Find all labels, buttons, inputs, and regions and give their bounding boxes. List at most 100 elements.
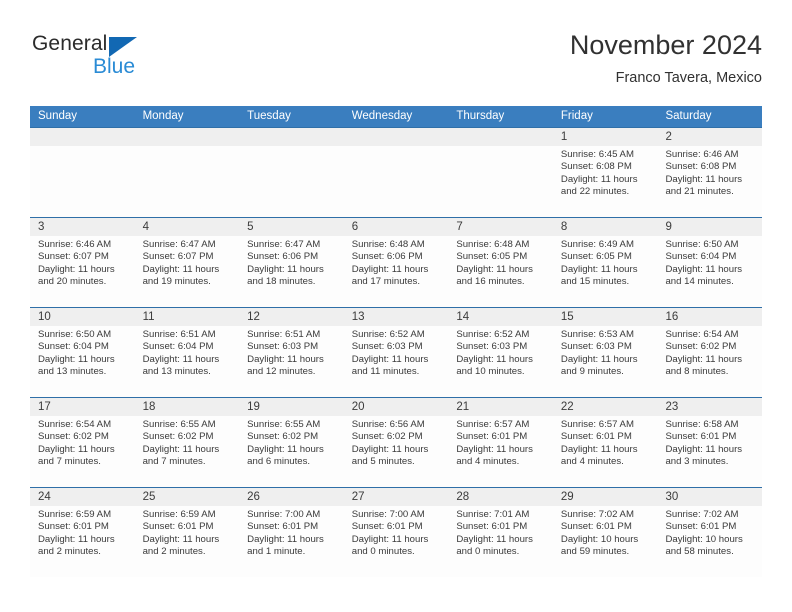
sunrise-text: Sunrise: 6:57 AM — [456, 419, 530, 430]
sunset-text: Sunset: 6:01 PM — [560, 521, 632, 533]
weekday-header-tuesday: Tuesday — [247, 110, 291, 122]
day-info: Sunrise: 6:54 AM Sunset: 6:02 PM Dayligh… — [30, 416, 135, 469]
day-cell[interactable]: 3 Sunrise: 6:46 AM Sunset: 6:07 PM Dayli… — [30, 218, 135, 307]
day-number: 17 — [30, 398, 135, 416]
day-number: 13 — [343, 308, 449, 326]
sunrise-text: Sunrise: 6:47 AM — [142, 239, 216, 250]
sunset-text: Sunset: 6:05 PM — [560, 251, 632, 263]
day-number — [239, 128, 344, 146]
day-cell[interactable]: 27 Sunrise: 7:00 AM Sunset: 6:01 PM Dayl… — [343, 488, 449, 577]
daylight-text: Daylight: 11 hours and 7 minutes. — [142, 443, 220, 468]
sunrise-text: Sunrise: 7:02 AM — [665, 509, 739, 520]
day-number: 24 — [30, 488, 135, 506]
daylight-text: Daylight: 11 hours and 15 minutes. — [560, 263, 638, 288]
daylight-text: Daylight: 11 hours and 17 minutes. — [351, 263, 429, 288]
day-cell[interactable]: 8 Sunrise: 6:49 AM Sunset: 6:05 PM Dayli… — [552, 218, 658, 307]
day-cell[interactable]: 24 Sunrise: 6:59 AM Sunset: 6:01 PM Dayl… — [30, 488, 135, 577]
day-cell[interactable]: 6 Sunrise: 6:48 AM Sunset: 6:06 PM Dayli… — [343, 218, 449, 307]
daylight-text: Daylight: 11 hours and 20 minutes. — [38, 263, 115, 288]
day-info: Sunrise: 6:54 AM Sunset: 6:02 PM Dayligh… — [657, 326, 762, 379]
day-cell[interactable]: 14 Sunrise: 6:52 AM Sunset: 6:03 PM Dayl… — [448, 308, 553, 397]
day-info: Sunrise: 6:47 AM Sunset: 6:07 PM Dayligh… — [135, 236, 240, 289]
day-number: 9 — [657, 218, 763, 236]
day-cell[interactable]: 5 Sunrise: 6:47 AM Sunset: 6:06 PM Dayli… — [239, 218, 344, 307]
day-cell[interactable] — [239, 128, 344, 217]
sunset-text: Sunset: 6:01 PM — [142, 521, 214, 533]
page-title: November 2024 — [569, 30, 762, 60]
sunrise-text: Sunrise: 7:02 AM — [560, 509, 634, 520]
sunset-text: Sunset: 6:01 PM — [560, 431, 632, 443]
general-blue-logo[interactable]: General Blue — [32, 32, 212, 90]
sunrise-text: Sunrise: 7:00 AM — [351, 509, 425, 520]
day-cell[interactable]: 17 Sunrise: 6:54 AM Sunset: 6:02 PM Dayl… — [30, 398, 135, 487]
day-cell[interactable]: 10 Sunrise: 6:50 AM Sunset: 6:04 PM Dayl… — [30, 308, 135, 397]
day-cell[interactable]: 9 Sunrise: 6:50 AM Sunset: 6:04 PM Dayli… — [657, 218, 763, 307]
day-number: 19 — [239, 398, 344, 416]
day-cell[interactable]: 19 Sunrise: 6:55 AM Sunset: 6:02 PM Dayl… — [239, 398, 344, 487]
day-cell[interactable]: 29 Sunrise: 7:02 AM Sunset: 6:01 PM Dayl… — [552, 488, 658, 577]
day-cell[interactable]: 18 Sunrise: 6:55 AM Sunset: 6:02 PM Dayl… — [134, 398, 240, 487]
daylight-text: Daylight: 11 hours and 16 minutes. — [456, 263, 533, 288]
sunrise-text: Sunrise: 6:57 AM — [560, 419, 634, 430]
sunset-text: Sunset: 6:04 PM — [38, 341, 109, 353]
logo-text-general: General — [32, 32, 108, 55]
day-info: Sunrise: 7:00 AM Sunset: 6:01 PM Dayligh… — [239, 506, 344, 559]
daylight-text: Daylight: 11 hours and 5 minutes. — [351, 443, 429, 468]
day-number: 15 — [552, 308, 658, 326]
day-cell[interactable] — [134, 128, 240, 217]
day-cell[interactable]: 13 Sunrise: 6:52 AM Sunset: 6:03 PM Dayl… — [343, 308, 449, 397]
day-info: Sunrise: 6:57 AM Sunset: 6:01 PM Dayligh… — [448, 416, 553, 469]
day-info: Sunrise: 7:02 AM Sunset: 6:01 PM Dayligh… — [657, 506, 762, 559]
day-cell[interactable]: 7 Sunrise: 6:48 AM Sunset: 6:05 PM Dayli… — [448, 218, 553, 307]
day-cell[interactable]: 11 Sunrise: 6:51 AM Sunset: 6:04 PM Dayl… — [134, 308, 240, 397]
sunrise-text: Sunrise: 6:48 AM — [456, 239, 530, 250]
weekday-header-monday: Monday — [142, 110, 184, 122]
week-row: 3 Sunrise: 6:46 AM Sunset: 6:07 PM Dayli… — [30, 217, 763, 307]
day-number: 26 — [239, 488, 344, 506]
sunrise-text: Sunrise: 6:46 AM — [665, 149, 739, 160]
day-cell[interactable]: 1 Sunrise: 6:45 AM Sunset: 6:08 PM Dayli… — [552, 128, 658, 217]
day-info: Sunrise: 6:48 AM Sunset: 6:05 PM Dayligh… — [448, 236, 553, 289]
sunrise-text: Sunrise: 6:56 AM — [351, 419, 425, 430]
day-cell[interactable]: 25 Sunrise: 6:59 AM Sunset: 6:01 PM Dayl… — [134, 488, 240, 577]
sunset-text: Sunset: 6:05 PM — [456, 251, 528, 263]
day-number — [134, 128, 240, 146]
day-cell[interactable] — [448, 128, 553, 217]
sunrise-text: Sunrise: 6:54 AM — [38, 419, 112, 430]
day-cell[interactable]: 21 Sunrise: 6:57 AM Sunset: 6:01 PM Dayl… — [448, 398, 553, 487]
day-cell[interactable]: 15 Sunrise: 6:53 AM Sunset: 6:03 PM Dayl… — [552, 308, 658, 397]
day-number — [343, 128, 449, 146]
day-info: Sunrise: 6:59 AM Sunset: 6:01 PM Dayligh… — [135, 506, 240, 559]
location-subtitle: Franco Tavera, Mexico — [615, 70, 762, 86]
sunrise-text: Sunrise: 6:51 AM — [247, 329, 321, 340]
weekday-header-friday: Friday — [560, 110, 593, 122]
daylight-text: Daylight: 11 hours and 2 minutes. — [142, 533, 220, 558]
sunset-text: Sunset: 6:02 PM — [247, 431, 319, 443]
daylight-text: Daylight: 11 hours and 19 minutes. — [142, 263, 220, 288]
day-cell[interactable]: 16 Sunrise: 6:54 AM Sunset: 6:02 PM Dayl… — [657, 308, 763, 397]
day-cell[interactable]: 30 Sunrise: 7:02 AM Sunset: 6:01 PM Dayl… — [657, 488, 763, 577]
week-row: 24 Sunrise: 6:59 AM Sunset: 6:01 PM Dayl… — [30, 487, 763, 577]
day-cell[interactable] — [343, 128, 449, 217]
sunset-text: Sunset: 6:01 PM — [247, 521, 319, 533]
day-cell[interactable]: 23 Sunrise: 6:58 AM Sunset: 6:01 PM Dayl… — [657, 398, 763, 487]
day-cell[interactable]: 28 Sunrise: 7:01 AM Sunset: 6:01 PM Dayl… — [448, 488, 553, 577]
day-info: Sunrise: 6:52 AM Sunset: 6:03 PM Dayligh… — [448, 326, 553, 379]
day-cell[interactable]: 26 Sunrise: 7:00 AM Sunset: 6:01 PM Dayl… — [239, 488, 344, 577]
daylight-text: Daylight: 11 hours and 21 minutes. — [665, 173, 743, 198]
daylight-text: Daylight: 11 hours and 6 minutes. — [247, 443, 324, 468]
day-cell[interactable] — [30, 128, 135, 217]
daylight-text: Daylight: 11 hours and 2 minutes. — [38, 533, 115, 558]
day-cell[interactable]: 4 Sunrise: 6:47 AM Sunset: 6:07 PM Dayli… — [134, 218, 240, 307]
daylight-text: Daylight: 11 hours and 18 minutes. — [247, 263, 324, 288]
day-info: Sunrise: 6:56 AM Sunset: 6:02 PM Dayligh… — [344, 416, 449, 469]
sunset-text: Sunset: 6:03 PM — [456, 341, 528, 353]
day-cell[interactable]: 12 Sunrise: 6:51 AM Sunset: 6:03 PM Dayl… — [239, 308, 344, 397]
sunrise-text: Sunrise: 6:55 AM — [247, 419, 321, 430]
sunset-text: Sunset: 6:01 PM — [456, 521, 528, 533]
day-cell[interactable]: 20 Sunrise: 6:56 AM Sunset: 6:02 PM Dayl… — [343, 398, 449, 487]
sunset-text: Sunset: 6:01 PM — [665, 431, 737, 443]
daylight-text: Daylight: 11 hours and 3 minutes. — [665, 443, 743, 468]
day-cell[interactable]: 2 Sunrise: 6:46 AM Sunset: 6:08 PM Dayli… — [657, 128, 763, 217]
day-cell[interactable]: 22 Sunrise: 6:57 AM Sunset: 6:01 PM Dayl… — [552, 398, 658, 487]
